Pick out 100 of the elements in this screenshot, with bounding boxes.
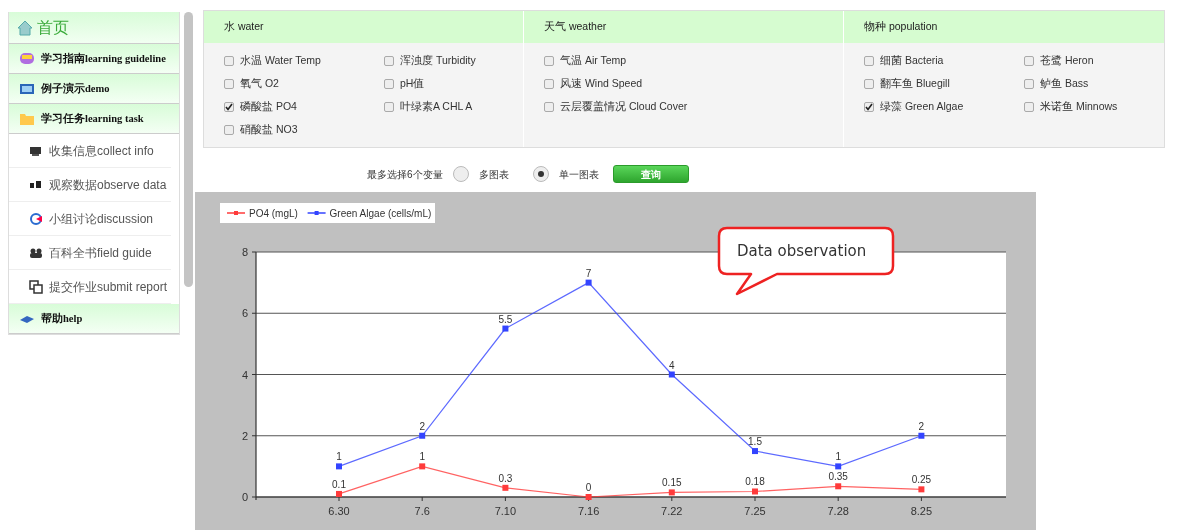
checkbox-option[interactable]: 硝酸盐 NO3: [224, 118, 384, 141]
checkbox-option[interactable]: 水温 Water Temp: [224, 49, 384, 72]
radio-label: 多图表: [478, 167, 509, 182]
data-point: [585, 279, 592, 286]
data-point: [336, 463, 342, 470]
data-point: [502, 484, 509, 491]
option-label: 细菌 Bacteria: [880, 52, 944, 68]
scrollbar[interactable]: [184, 12, 193, 287]
checkbox-option[interactable]: 绿藻 Green Algae: [864, 95, 1024, 118]
legend-swatch: [306, 211, 327, 215]
group-header: 天气 weather: [524, 11, 843, 43]
checkbox[interactable]: [544, 101, 554, 112]
sidebar-item[interactable]: 帮助help: [9, 304, 179, 334]
category-label: 7.22: [661, 505, 683, 517]
data-point: [502, 325, 509, 332]
data-point: [419, 432, 426, 439]
checkbox[interactable]: [384, 55, 394, 66]
checkbox-option[interactable]: 翻车鱼 Bluegill: [864, 72, 1024, 95]
radio-button[interactable]: [532, 166, 549, 182]
checkbox-option[interactable]: 米诺鱼 Minnows: [1024, 95, 1178, 118]
data-point: [752, 448, 758, 455]
option-label: 叶绿素A CHL A: [400, 98, 473, 114]
checkbox[interactable]: [1024, 78, 1034, 89]
data-label: 0.18: [745, 476, 765, 488]
option-label: 鲈鱼 Bass: [1040, 75, 1089, 91]
checkbox-option[interactable]: 氧气 O2: [224, 72, 384, 95]
checkbox-option[interactable]: 苍鹭 Heron: [1024, 49, 1178, 72]
sidebar-item[interactable]: 例子演示demo: [9, 74, 179, 104]
checkbox[interactable]: [864, 101, 874, 112]
data-point: [668, 371, 675, 378]
checkbox[interactable]: [224, 101, 234, 112]
home-label: 首页: [37, 17, 69, 38]
radio-button[interactable]: [452, 166, 469, 182]
home-icon: [17, 19, 33, 36]
data-label: 1.5: [748, 436, 762, 448]
checkbox-option[interactable]: 磷酸盐 PO4: [224, 95, 384, 118]
checkbox[interactable]: [544, 55, 554, 66]
data-label: 1: [419, 451, 425, 463]
data-point: [419, 463, 426, 470]
option-label: 磷酸盐 PO4: [240, 98, 297, 114]
data-point: [585, 494, 592, 500]
radio-label: 单一图表: [558, 167, 599, 182]
data-label: 4: [669, 359, 675, 371]
data-label: 0.35: [828, 471, 848, 483]
sidebar-item[interactable]: 学习任务learning task: [9, 104, 179, 134]
checkbox[interactable]: [1024, 101, 1034, 112]
tick-label: 2: [241, 429, 248, 442]
category-label: 7.10: [494, 505, 517, 517]
data-label: 2: [419, 420, 425, 432]
data-label: 0.15: [662, 477, 682, 489]
checkbox[interactable]: [864, 55, 874, 66]
tick-label: 0: [241, 491, 248, 503]
category-label: 7.28: [827, 505, 849, 517]
category-label: 7.25: [744, 505, 766, 517]
sidebar-item[interactable]: 观察数据observe data: [9, 168, 171, 202]
checkbox[interactable]: [384, 101, 394, 112]
data-label: 0: [585, 482, 592, 493]
checkbox[interactable]: [224, 55, 234, 66]
hint-text: 最多选择6个变量: [367, 167, 443, 182]
data-label: 0.3: [498, 472, 513, 484]
data-label: 7: [585, 267, 592, 279]
tick-label: 6: [241, 307, 248, 320]
checkbox-option[interactable]: 气温 Air Temp: [544, 49, 844, 72]
data-label: 5.5: [498, 313, 513, 325]
mascot-icon: [19, 50, 35, 67]
category-label: 6.30: [328, 505, 350, 517]
checkbox[interactable]: [864, 78, 874, 89]
sidebar-item[interactable]: 收集信息collect info: [9, 134, 171, 168]
sidebar-item[interactable]: 小组讨论discussion: [9, 202, 171, 236]
option-label: 风速 Wind Speed: [560, 75, 643, 91]
checkbox[interactable]: [1024, 55, 1034, 66]
sidebar-item[interactable]: 百科全书field guide: [9, 236, 171, 270]
checkbox-option[interactable]: pH值: [384, 72, 544, 95]
data-label: 1: [835, 451, 841, 463]
checkbox-option[interactable]: 云层覆盖情况 Cloud Cover: [544, 95, 844, 118]
data-point: [752, 488, 758, 495]
callout-text: Data observation: [737, 242, 867, 260]
checkbox[interactable]: [384, 78, 394, 89]
tick-label: 4: [241, 368, 248, 381]
option-label: pH值: [400, 75, 425, 91]
option-label: 苍鹭 Heron: [1040, 52, 1094, 68]
checkbox-option[interactable]: 风速 Wind Speed: [544, 72, 844, 95]
data-point: [336, 490, 342, 497]
data-label: 2: [918, 420, 925, 432]
checkbox[interactable]: [224, 124, 234, 135]
data-label: 1: [336, 451, 342, 463]
checkbox-option[interactable]: 浑浊度 Turbidity: [384, 49, 544, 72]
refresh-icon: [29, 211, 43, 226]
legend-swatch: [226, 211, 246, 215]
group-header: 物种 population: [844, 11, 1164, 43]
checkbox-option[interactable]: 细菌 Bacteria: [864, 49, 1024, 72]
checkbox-option[interactable]: 鲈鱼 Bass: [1024, 72, 1178, 95]
data-label: 0.1: [332, 478, 346, 490]
checkbox-option[interactable]: 叶绿素A CHL A: [384, 95, 544, 118]
checkbox[interactable]: [544, 78, 554, 89]
category-label: 7.16: [577, 505, 600, 517]
checkbox[interactable]: [224, 78, 234, 89]
data-point: [668, 489, 675, 496]
option-label: 翻车鱼 Bluegill: [880, 75, 950, 91]
sidebar-item[interactable]: 学习指南learning guideline: [9, 44, 179, 74]
